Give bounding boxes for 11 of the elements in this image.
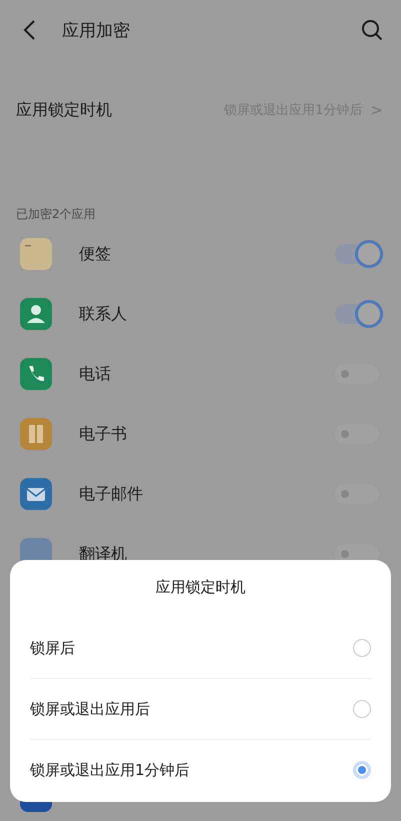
app-name: 电子邮件 — [79, 484, 144, 504]
app-name: 电子书 — [79, 424, 128, 444]
sheet-title: 应用锁定时机 — [154, 578, 246, 598]
radio-option[interactable]: 锁屏或退出应用1分钟后 — [30, 740, 371, 800]
radio-option[interactable]: 锁屏后 — [30, 618, 371, 679]
app-name: 便签 — [79, 244, 112, 264]
page-title: 应用加密 — [62, 20, 131, 42]
radio-option[interactable]: 锁屏或退出应用后 — [30, 679, 371, 740]
app-name: 电话 — [79, 364, 112, 384]
app-name: 联系人 — [79, 304, 128, 324]
section-label: 已加密2个应用 — [16, 206, 97, 223]
